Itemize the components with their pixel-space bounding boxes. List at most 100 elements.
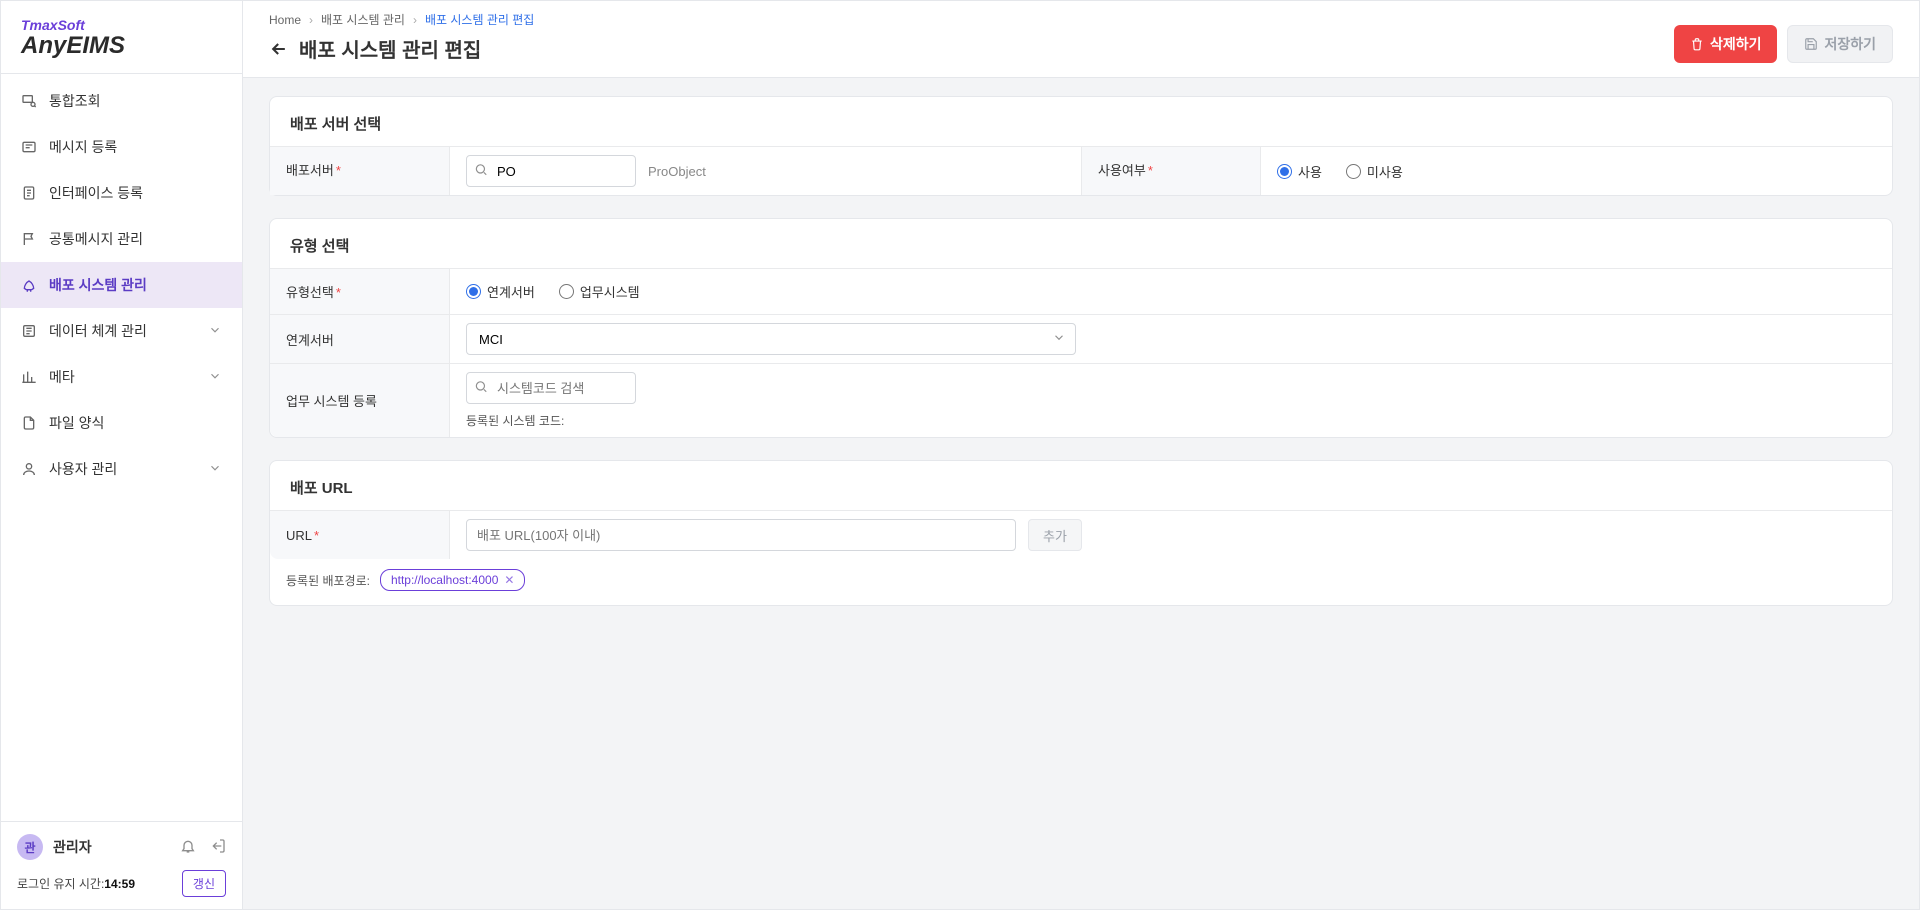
nav-item-label: 메타 xyxy=(49,367,196,387)
usage-radio-on[interactable]: 사용 xyxy=(1277,162,1322,181)
search-icon xyxy=(474,163,488,180)
nav-item-deploy-system[interactable]: 배포 시스템 관리 xyxy=(1,262,242,308)
nav-item-meta[interactable]: 메타 xyxy=(1,354,242,400)
logout-icon[interactable] xyxy=(210,838,226,857)
linked-server-select[interactable]: MCI xyxy=(466,323,1076,355)
usage-label: 사용여부 xyxy=(1098,163,1146,178)
server-label: 배포서버 xyxy=(286,163,334,178)
required-mark-icon: * xyxy=(336,285,341,300)
registered-path-row: 등록된 배포경로: http://localhost:4000 ✕ xyxy=(270,559,1892,605)
nav-item-label: 사용자 관리 xyxy=(49,459,196,479)
sidebar-footer: 관 관리자 로그인 유지 시간:14:59 갱신 xyxy=(1,821,242,909)
layers-icon xyxy=(21,323,37,339)
topbar: Home › 배포 시스템 관리 › 배포 시스템 관리 편집 배포 시스템 관… xyxy=(243,1,1919,78)
add-url-button: 추가 xyxy=(1028,519,1082,551)
usage-radio-off[interactable]: 미사용 xyxy=(1346,162,1403,181)
nav-item-message-register[interactable]: 메시지 등록 xyxy=(1,124,242,170)
sidebar: TmaxSoft AnyEIMS 통합조회 메시지 등록 인터페이스 등록 xyxy=(1,1,243,909)
deploy-url-input[interactable] xyxy=(466,519,1016,551)
type-label: 유형선택 xyxy=(286,285,334,300)
nav-item-label: 파일 양식 xyxy=(49,413,222,433)
breadcrumb-item[interactable]: 배포 시스템 관리 xyxy=(321,11,405,28)
logo: TmaxSoft AnyEIMS xyxy=(1,1,242,74)
main: Home › 배포 시스템 관리 › 배포 시스템 관리 편집 배포 시스템 관… xyxy=(243,1,1919,909)
chevron-down-icon xyxy=(208,323,222,340)
chevron-down-icon xyxy=(208,369,222,386)
breadcrumb: Home › 배포 시스템 관리 › 배포 시스템 관리 편집 xyxy=(269,11,534,28)
save-button: 저장하기 xyxy=(1787,25,1893,63)
nav-item-interface-register[interactable]: 인터페이스 등록 xyxy=(1,170,242,216)
page-title: 배포 시스템 관리 편집 xyxy=(299,34,481,63)
top-actions: 삭제하기 저장하기 xyxy=(1674,25,1893,63)
radio-label: 미사용 xyxy=(1367,162,1403,181)
chevron-down-icon xyxy=(208,461,222,478)
biz-register-label: 업무 시스템 등록 xyxy=(270,364,450,437)
file-icon xyxy=(21,415,37,431)
breadcrumb-separator-icon: › xyxy=(413,13,417,27)
user-row: 관 관리자 xyxy=(17,834,226,860)
required-mark-icon: * xyxy=(1148,163,1153,178)
breadcrumb-separator-icon: › xyxy=(309,13,313,27)
url-chip: http://localhost:4000 ✕ xyxy=(380,569,525,591)
bell-icon[interactable] xyxy=(180,838,196,857)
required-mark-icon: * xyxy=(336,163,341,178)
content: 배포 서버 선택 배포서버* xyxy=(243,78,1919,909)
session-row: 로그인 유지 시간:14:59 갱신 xyxy=(17,870,226,897)
radio-label: 업무시스템 xyxy=(580,282,640,301)
radio-input[interactable] xyxy=(1277,164,1292,179)
rocket-icon xyxy=(21,277,37,293)
nav-item-label: 공통메시지 관리 xyxy=(49,229,222,249)
linked-label: 연계서버 xyxy=(270,315,450,364)
user-name: 관리자 xyxy=(53,837,170,857)
remove-chip-icon[interactable]: ✕ xyxy=(504,573,514,587)
radio-input[interactable] xyxy=(466,284,481,299)
radio-label: 연계서버 xyxy=(487,282,535,301)
logo-brand: TmaxSoft xyxy=(21,17,222,33)
breadcrumb-item-current: 배포 시스템 관리 편집 xyxy=(425,11,534,28)
card-server-select: 배포 서버 선택 배포서버* xyxy=(269,96,1893,196)
url-chip-value: http://localhost:4000 xyxy=(391,573,498,587)
radio-input[interactable] xyxy=(1346,164,1361,179)
registered-path-label: 등록된 배포경로: xyxy=(286,572,370,589)
radio-label: 사용 xyxy=(1298,162,1322,181)
card-title: 배포 URL xyxy=(270,461,1892,510)
nav-item-data-system[interactable]: 데이터 체계 관리 xyxy=(1,308,242,354)
registered-code-label: 등록된 시스템 코드: xyxy=(466,412,1876,429)
delete-button[interactable]: 삭제하기 xyxy=(1674,25,1778,63)
search-list-icon xyxy=(21,93,37,109)
nav-item-label: 배포 시스템 관리 xyxy=(49,275,222,295)
nav-item-integrated-search[interactable]: 통합조회 xyxy=(1,78,242,124)
system-code-search-input[interactable] xyxy=(466,372,636,404)
chart-icon xyxy=(21,369,37,385)
card-type-select: 유형 선택 유형선택* 연계서버 xyxy=(269,218,1893,438)
server-detail: ProObject xyxy=(636,164,706,179)
card-deploy-url: 배포 URL URL* 추가 xyxy=(269,460,1893,606)
session-label: 로그인 유지 시간: xyxy=(17,877,104,891)
message-icon xyxy=(21,139,37,155)
required-mark-icon: * xyxy=(314,528,319,543)
radio-input[interactable] xyxy=(559,284,574,299)
delete-button-label: 삭제하기 xyxy=(1710,34,1762,54)
nav-item-label: 메시지 등록 xyxy=(49,137,222,157)
url-label: URL xyxy=(286,528,312,543)
back-arrow-icon[interactable] xyxy=(269,39,289,59)
server-input-wrap xyxy=(466,155,636,187)
nav: 통합조회 메시지 등록 인터페이스 등록 공통메시지 관리 xyxy=(1,74,242,821)
nav-item-label: 데이터 체계 관리 xyxy=(49,321,196,341)
session-refresh-button[interactable]: 갱신 xyxy=(182,870,226,897)
type-radio-linked[interactable]: 연계서버 xyxy=(466,282,535,301)
avatar: 관 xyxy=(17,834,43,860)
type-radio-biz[interactable]: 업무시스템 xyxy=(559,282,640,301)
nav-item-user-management[interactable]: 사용자 관리 xyxy=(1,446,242,492)
flag-icon xyxy=(21,231,37,247)
document-icon xyxy=(21,185,37,201)
breadcrumb-item[interactable]: Home xyxy=(269,13,301,27)
nav-item-label: 통합조회 xyxy=(49,91,222,111)
card-title: 유형 선택 xyxy=(270,219,1892,268)
nav-item-common-message[interactable]: 공통메시지 관리 xyxy=(1,216,242,262)
user-icon xyxy=(21,461,37,477)
card-title: 배포 서버 선택 xyxy=(270,97,1892,146)
server-search-input[interactable] xyxy=(466,155,636,187)
search-icon xyxy=(474,380,488,397)
nav-item-file-format[interactable]: 파일 양식 xyxy=(1,400,242,446)
